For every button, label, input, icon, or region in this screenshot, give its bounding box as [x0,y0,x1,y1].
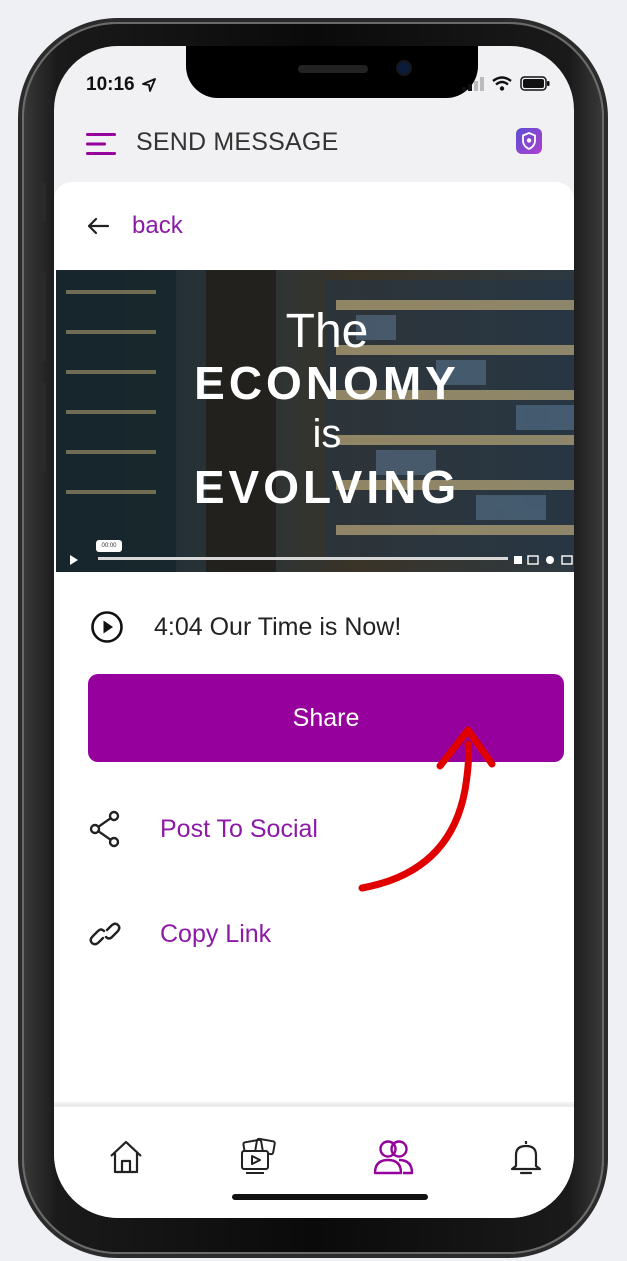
post-to-social-label: Post To Social [160,814,318,843]
post-to-social-option[interactable]: Post To Social [88,810,318,848]
home-icon [110,1140,142,1174]
home-indicator [232,1194,428,1200]
timeline-thumb[interactable]: 00:00 [96,540,122,552]
play-circle-icon [91,611,123,643]
media-library-icon [241,1137,276,1174]
play-icon[interactable] [60,550,90,570]
back-label: back [132,212,183,239]
mute-switch [38,182,46,222]
timeline-timestamp: 00:00 [101,543,117,549]
video-title-line2: ECONOMY [194,357,460,409]
message-row[interactable]: 4:04 Our Time is Now! [90,610,401,644]
share-button[interactable]: Share [88,674,564,762]
hamburger-menu-icon[interactable] [86,132,118,156]
arrow-left-icon [87,217,110,235]
link-icon [89,922,121,946]
wifi-icon [492,76,512,91]
bottom-nav [54,1104,574,1218]
contacts-icon [373,1140,414,1175]
volume-up-button [38,272,46,362]
app-shield-icon[interactable] [516,128,542,154]
status-icons [462,76,550,91]
message-title: 4:04 Our Time is Now! [154,612,402,641]
copy-link-label: Copy Link [160,919,272,948]
nav-home[interactable] [102,1133,150,1181]
nav-notifications[interactable] [502,1133,550,1181]
notch [186,46,478,98]
back-button[interactable]: back [86,212,183,240]
battery-icon [520,76,550,91]
bell-icon [510,1141,542,1175]
speaker-grille [298,65,368,73]
signal-icon [462,76,484,91]
timeline-track[interactable] [98,557,508,560]
location-arrow-icon [141,78,156,92]
video-title-line3: is [312,412,342,456]
shield-glyph [522,132,536,151]
content-card: back The ECONOMY is EVOLVING 00:00 4:04 … [54,182,574,1102]
nav-contacts[interactable] [370,1133,418,1181]
front-camera [398,62,410,74]
phone-screen: 10:16 SEND MESSAGE back The ECONOMY is E… [54,46,574,1218]
status-time: 10:16 [86,74,156,96]
share-nodes-icon [89,810,120,848]
video-controls: 00:00 [56,540,574,572]
status-time-text: 10:16 [86,74,135,95]
video-title-line1: The [285,305,369,358]
app-header: SEND MESSAGE [54,116,574,182]
nav-media[interactable] [234,1133,282,1181]
player-settings-icons[interactable] [512,550,574,570]
copy-link-option[interactable]: Copy Link [88,916,271,952]
page-title: SEND MESSAGE [136,128,339,156]
volume-down-button [38,382,46,472]
video-title-line4: EVOLVING [193,461,461,513]
video-player[interactable]: The ECONOMY is EVOLVING 00:00 [56,270,574,572]
